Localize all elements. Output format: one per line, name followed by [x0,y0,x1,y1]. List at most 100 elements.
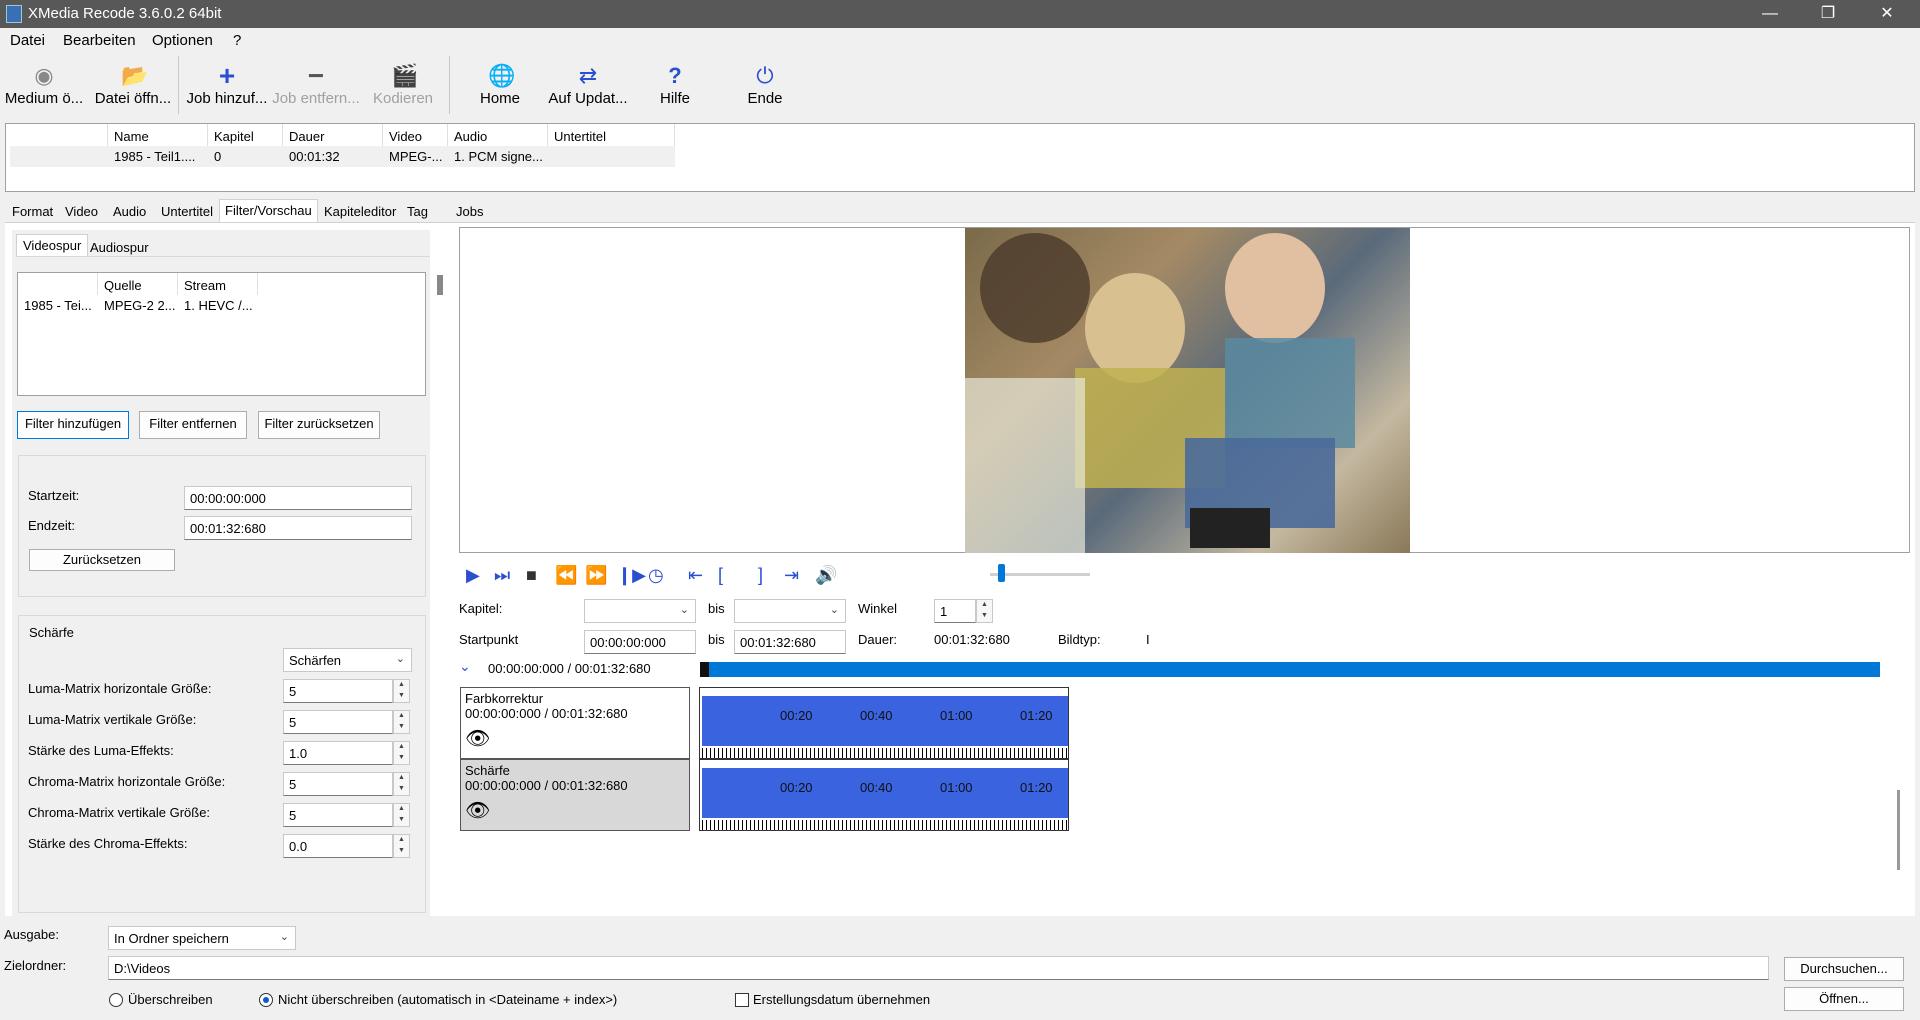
stream-list[interactable]: Quelle Stream 1985 - Tei... MPEG-2 2... … [17,272,426,396]
go-to-end-icon[interactable]: ⇥ [784,564,799,586]
timeline-playhead[interactable] [700,662,709,677]
menu-optionen[interactable]: Optionen [152,32,213,49]
close-button[interactable]: ✕ [1864,0,1910,28]
tab-tag[interactable]: Tag [407,204,428,219]
col-header-name[interactable]: Name [108,124,208,146]
minimize-button[interactable]: — [1747,0,1793,28]
param-spinner[interactable]: ▲ ▼ [393,741,410,765]
col-header-untertitel[interactable]: Untertitel [548,124,675,146]
param-input[interactable]: 1.0 [283,741,393,765]
no-overwrite-radio[interactable] [259,993,273,1007]
param-spinner[interactable]: ▲ ▼ [393,679,410,703]
start-time-input[interactable]: 00:00:00:000 [184,486,412,510]
vertical-scrollbar[interactable] [1897,790,1900,870]
go-to-start-icon[interactable]: ⇤ [688,564,703,586]
collapse-chevron-icon[interactable]: ⌄ [459,658,471,675]
reset-time-button[interactable]: Zurücksetzen [29,549,175,571]
add-job-button[interactable]: + Job hinzuf... [186,58,268,116]
zielordner-label: Zielordner: [4,958,67,973]
add-filter-button[interactable]: Filter hinzufügen [17,411,129,439]
reset-filters-button[interactable]: Filter zurücksetzen [258,411,380,439]
ausgabe-label: Ausgabe: [4,927,59,942]
col-header-kapitel[interactable]: Kapitel [208,124,283,146]
kapitel-to-select[interactable]: ⌄ [734,599,846,623]
eye-icon[interactable]: 👁 [465,798,490,823]
track-label-farbkorrektur[interactable]: Farbkorrektur 00:00:00:000 / 00:01:32:68… [460,687,690,759]
endpunkt-input[interactable]: 00:01:32:680 [734,630,846,654]
home-button[interactable]: 🌐 Home [470,58,530,116]
param-spinner[interactable]: ▲ ▼ [393,803,410,827]
sharpness-mode-value: Schärfen [289,653,342,668]
next-frame-icon[interactable]: ⏭ [494,564,510,586]
step-forward-icon[interactable]: ❙▶ [617,564,646,586]
fast-forward-icon[interactable]: ⏩ [585,564,607,586]
col-header-quelle[interactable]: Quelle [98,273,178,295]
track-farbkorrektur[interactable]: 00:20 00:40 01:00 01:20 [699,687,1069,759]
table-row[interactable]: 1985 - Teil1.... 0 00:01:32 MPEG-... 1. … [10,146,675,167]
mark-in-icon[interactable]: [ [718,564,723,586]
volume-icon[interactable]: 🔊 [815,564,837,586]
volume-slider-thumb[interactable] [998,564,1005,582]
winkel-spinner[interactable]: ▲ ▼ [976,599,993,623]
col-header-video[interactable]: Video [383,124,448,146]
startpunkt-input[interactable]: 00:00:00:000 [584,630,696,654]
param-input[interactable]: 0.0 [283,834,393,858]
play-icon[interactable]: ▶ [466,564,480,586]
param-input[interactable]: 5 [283,803,393,827]
help-button[interactable]: ? Hilfe [650,58,700,116]
tab-video[interactable]: Video [65,204,98,219]
tab-filter-vorschau[interactable]: Filter/Vorschau [219,199,318,222]
update-button[interactable]: ⇄ Auf Updat... [546,58,630,116]
creation-date-checkbox[interactable] [735,993,749,1007]
menu-bearbeiten[interactable]: Bearbeiten [63,32,136,49]
stop-icon[interactable]: ■ [526,564,537,586]
timeline-scrubber[interactable] [700,662,1880,677]
col-header-stream[interactable]: Stream [178,273,258,295]
mark-out-icon[interactable]: ] [758,564,763,586]
remove-job-button[interactable]: − Job entfern... [272,58,360,116]
subtab-videospur[interactable]: Videospur [16,234,89,256]
tab-untertitel[interactable]: Untertitel [161,204,213,219]
rewind-icon[interactable]: ⏪ [555,564,577,586]
remove-filter-button[interactable]: Filter entfernen [139,411,247,439]
param-spinner[interactable]: ▲ ▼ [393,772,410,796]
tick-label: 00:20 [780,780,813,795]
zielordner-input[interactable]: D:\Videos [108,956,1769,980]
overwrite-radio[interactable] [109,993,123,1007]
open-file-button[interactable]: 📂 Datei öffn... [90,58,176,116]
ausgabe-select[interactable]: In Ordner speichern ⌄ [108,926,296,950]
end-time-input[interactable]: 00:01:32:680 [184,516,412,540]
table-row[interactable]: 1985 - Tei... MPEG-2 2... 1. HEVC /... [18,295,338,316]
menu-datei[interactable]: Datei [10,32,45,49]
track-schaerfe[interactable]: 00:20 00:40 01:00 01:20 [699,759,1069,831]
exit-button[interactable]: ⏻ Ende [740,58,790,116]
plus-icon: + [218,60,236,91]
param-spinner[interactable]: ▲ ▼ [393,834,410,858]
scrollbar-thumb[interactable] [437,275,443,295]
clock-icon[interactable]: ◷ [648,564,664,586]
col-header-dauer[interactable]: Dauer [283,124,383,146]
tab-format[interactable]: Format [12,204,53,219]
col-header-audio[interactable]: Audio [448,124,548,146]
track-label-schaerfe[interactable]: Schärfe 00:00:00:000 / 00:01:32:680 👁 [460,759,690,831]
sharpness-mode-select[interactable]: Schärfen ⌄ [283,648,412,672]
param-input[interactable]: 5 [283,710,393,734]
job-list[interactable]: Name Kapitel Dauer Video Audio Untertite… [5,123,1915,192]
menu-help[interactable]: ? [233,32,241,49]
param-spinner[interactable]: ▲ ▼ [393,710,410,734]
tab-audio[interactable]: Audio [113,204,146,219]
browse-button[interactable]: Durchsuchen... [1784,957,1904,981]
tab-jobs[interactable]: Jobs [456,204,483,219]
winkel-input[interactable]: 1 [934,599,976,623]
open-button[interactable]: Öffnen... [1784,987,1904,1011]
tab-kapiteleditor[interactable]: Kapiteleditor [324,204,396,219]
param-input[interactable]: 5 [283,772,393,796]
subtab-audiospur[interactable]: Audiospur [90,240,149,255]
restore-button[interactable]: ❐ [1805,0,1851,28]
open-medium-button[interactable]: ◉ Medium ö... [4,58,84,116]
encode-button[interactable]: 🎬 Kodieren [368,58,438,116]
eye-icon[interactable]: 👁 [465,726,490,751]
volume-slider[interactable] [990,573,1090,576]
kapitel-from-select[interactable]: ⌄ [584,599,696,623]
param-input[interactable]: 5 [283,679,393,703]
